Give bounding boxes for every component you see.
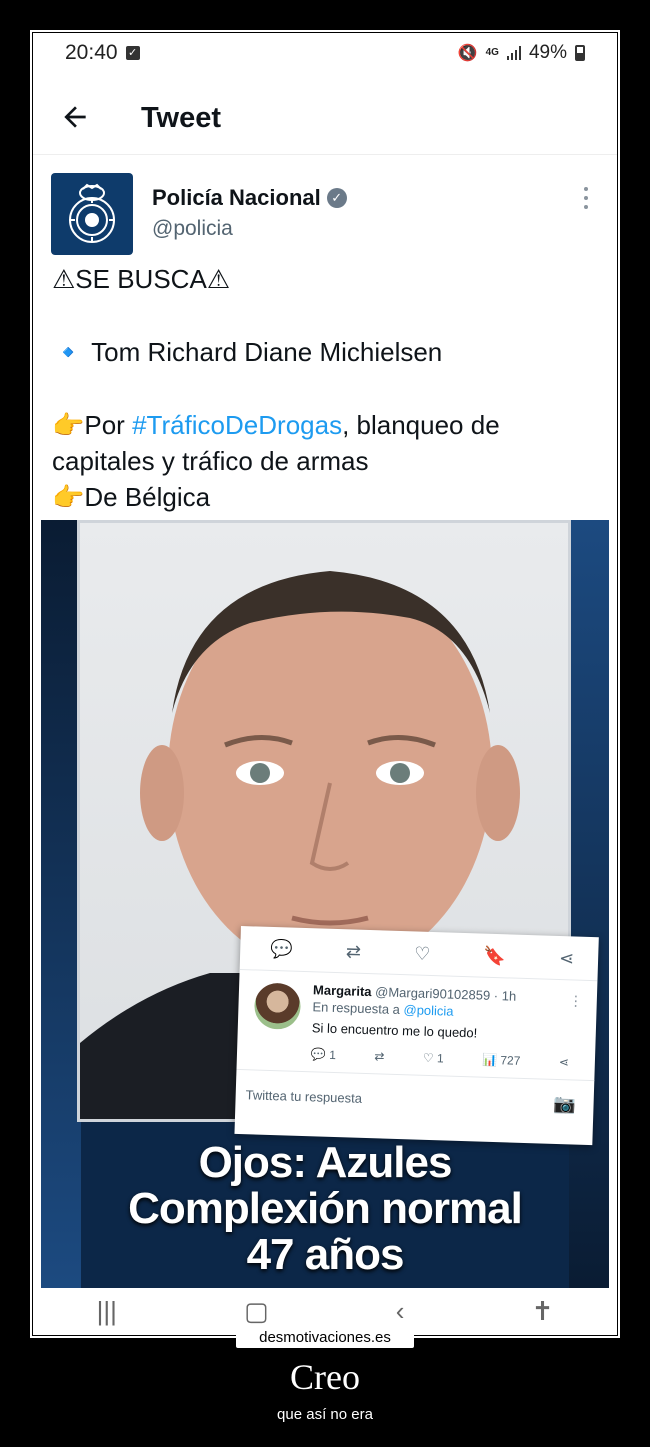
reply-author-name: Margarita (312, 982, 372, 1000)
hashtag-link[interactable]: #TráficoDeDrogas (132, 410, 342, 440)
more-options-icon[interactable] (578, 187, 594, 209)
battery-icon (575, 45, 585, 61)
poster-subtitle: que así no era (277, 1406, 373, 1423)
reply-text: Si lo encuentro me lo quedo! (311, 1020, 478, 1041)
retweet-icon[interactable]: ⇄ (346, 941, 362, 962)
reply-author-handle: @Margari90102859 · 1h (374, 984, 517, 1004)
like-icon[interactable]: ♡ (414, 943, 431, 964)
author-name-row: Policía Nacional ✓ (152, 185, 347, 211)
reply-more-icon[interactable]: ⋮ (569, 992, 583, 1009)
tweet-reason-line: 👉Por #TráficoDeDrogas, blanqueo de capit… (52, 407, 608, 479)
reply-count[interactable]: 💬 1 (311, 1047, 336, 1062)
mute-icon: 🔇 (457, 45, 478, 62)
app-header: Tweet (33, 83, 617, 155)
back-nav-icon[interactable]: ‹ (396, 1296, 405, 1327)
reply-icon[interactable]: 💬 (270, 939, 293, 961)
tweet-headline: ⚠SE BUSCA⚠ (52, 264, 231, 294)
reply-like-count[interactable]: ♡ 1 (423, 1051, 444, 1066)
reply-tweet[interactable]: Margarita @Margari90102859 · 1h En respu… (237, 970, 597, 1050)
reply-share-icon[interactable]: ⋖ (559, 1055, 569, 1069)
tweet-name-line: 🔹 Tom Richard Diane Michielsen (52, 337, 443, 367)
caption-line-3: 47 años (246, 1230, 405, 1279)
author-avatar[interactable] (51, 173, 133, 255)
phone-screen: 20:40 ✓ 🔇 4G 49% Tweet Policía Nacional … (33, 33, 617, 1335)
home-icon[interactable]: ▢ (244, 1296, 269, 1327)
mention-link[interactable]: @policia (403, 1002, 454, 1019)
status-bar: 20:40 ✓ 🔇 4G 49% (33, 33, 617, 73)
compose-placeholder[interactable]: Twittea tu respuesta (245, 1087, 362, 1106)
notification-check-icon: ✓ (125, 46, 140, 60)
accessibility-icon[interactable]: ✝ (532, 1296, 554, 1327)
caption-line-1: Ojos: Azules (198, 1138, 453, 1187)
author-handle: @policia (152, 217, 233, 240)
author-name: Policía Nacional (152, 185, 321, 210)
back-arrow-icon[interactable] (59, 101, 95, 137)
police-crest-icon (69, 183, 115, 243)
reply-avatar[interactable] (253, 982, 302, 1030)
reason-prefix: 👉Por (52, 410, 133, 440)
verified-badge-icon: ✓ (326, 188, 347, 208)
tweet-origin-line: 👉De Bélgica (52, 482, 211, 512)
site-watermark: desmotivaciones.es (236, 1328, 414, 1348)
tweet-text: ⚠SE BUSCA⚠ 🔹 Tom Richard Diane Michielse… (52, 261, 608, 515)
tweet-author[interactable]: Policía Nacional ✓ @policia (152, 185, 347, 241)
signal-icon (506, 46, 521, 60)
caption-line-2: Complexión normal (128, 1184, 523, 1233)
page-title: Tweet (141, 102, 222, 134)
pasted-reply-card: 💬 ⇄ ♡ 🔖 ⋖ Margarita @Margari90102859 · 1… (234, 926, 599, 1146)
share-icon[interactable]: ⋖ (559, 948, 575, 969)
status-icons: 🔇 4G 49% (458, 42, 585, 64)
bookmark-icon[interactable]: 🔖 (483, 946, 506, 968)
network-4g-icon: 4G (485, 47, 499, 58)
status-time: 20:40 (65, 41, 118, 64)
camera-icon[interactable]: 📷 (553, 1094, 576, 1116)
poster-title: Creo (290, 1357, 360, 1397)
reply-views[interactable]: 📊 727 (482, 1053, 521, 1068)
reply-retweet-icon[interactable]: ⇄ (374, 1049, 384, 1063)
recents-icon[interactable]: ||| (97, 1296, 117, 1327)
battery-percent: 49% (528, 42, 567, 63)
tweet-media-image[interactable]: Ojos: Azules Complexión normal 47 años (41, 520, 609, 1288)
image-caption: Ojos: Azules Complexión normal 47 años (41, 1140, 609, 1278)
